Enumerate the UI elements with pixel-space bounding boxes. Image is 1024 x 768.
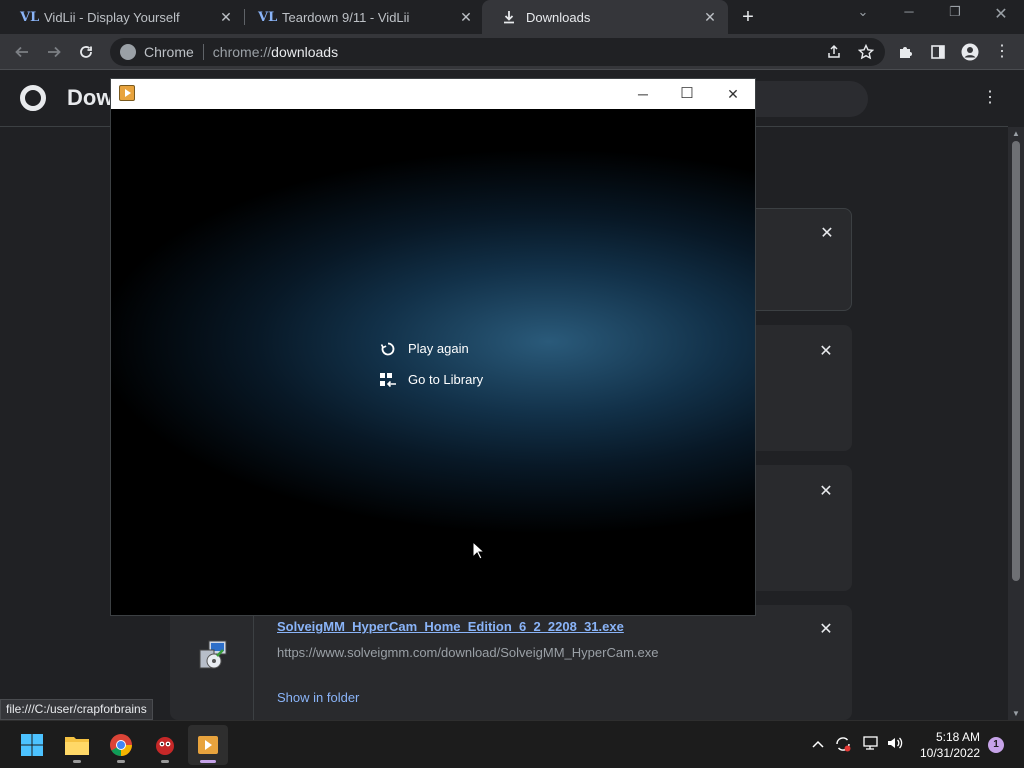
url-host: downloads — [271, 44, 339, 60]
replay-icon — [379, 340, 397, 358]
url-scheme: chrome:// — [212, 44, 272, 60]
windows-taskbar: 5:18 AM 10/31/2022 1 — [0, 720, 1024, 768]
tab-search-button[interactable]: ⌄ — [840, 4, 886, 28]
page-scrollbar[interactable]: ▲ ▼ — [1008, 127, 1024, 720]
download-icon — [502, 9, 518, 25]
bookmark-star-icon[interactable] — [854, 40, 878, 64]
address-bar[interactable]: Chrome chrome://downloads — [110, 38, 885, 66]
window-close-button[interactable]: ✕ — [978, 4, 1024, 28]
scrollbar-thumb[interactable] — [1012, 141, 1020, 581]
remove-download-button[interactable]: ✕ — [819, 223, 835, 243]
remove-download-button[interactable]: ✕ — [818, 341, 834, 361]
running-indicator — [161, 760, 169, 763]
go-to-library-button[interactable]: Go to Library — [379, 364, 483, 395]
tab-close-button[interactable]: ✕ — [216, 9, 236, 26]
library-icon — [379, 371, 397, 389]
clock-date: 10/31/2022 — [920, 746, 981, 760]
link-status-bubble: file:///C:/user/crapforbrains — [0, 699, 153, 720]
extensions-puzzle-icon[interactable] — [894, 40, 918, 64]
download-source-url: https://www.solveigmm.com/download/Solve… — [277, 645, 659, 660]
popup-minimize-button[interactable]: ─ — [628, 83, 658, 105]
media-player-app-icon — [119, 85, 135, 101]
remove-download-button[interactable]: ✕ — [818, 619, 834, 639]
network-icon[interactable] — [860, 735, 880, 754]
mouse-cursor-icon — [472, 540, 486, 565]
sync-icon[interactable] — [833, 735, 853, 756]
new-tab-button[interactable]: + — [738, 6, 758, 29]
file-explorer-icon[interactable] — [57, 725, 97, 765]
reload-button[interactable] — [74, 40, 98, 64]
running-indicator — [117, 760, 125, 763]
tab-downloads[interactable]: Downloads ✕ — [482, 0, 728, 34]
chrome-logo-icon — [20, 85, 46, 111]
active-indicator — [200, 760, 216, 763]
downloads-more-actions-icon[interactable]: ⋮ — [982, 87, 998, 107]
page-title: Dow — [67, 85, 114, 110]
forward-button[interactable] — [42, 40, 66, 64]
end-screen-menu: Play again Go to Library — [379, 333, 483, 395]
tab-strip: VL VidLii - Display Yourself ✕ VL Teardo… — [0, 0, 1024, 34]
tab-close-button[interactable]: ✕ — [700, 9, 720, 26]
share-icon[interactable] — [822, 40, 846, 64]
vidlii-logo-icon: VL — [258, 9, 278, 25]
app-icon[interactable] — [145, 725, 185, 765]
popup-titlebar[interactable]: ─ ☐ ✕ — [111, 79, 755, 109]
show-in-folder-link[interactable]: Show in folder — [277, 690, 359, 705]
play-again-label: Play again — [408, 341, 469, 356]
window-restore-button[interactable]: ❐ — [932, 4, 978, 28]
side-panel-icon[interactable] — [926, 40, 950, 64]
play-again-button[interactable]: Play again — [379, 333, 483, 364]
download-file-name-link[interactable]: SolveigMM_HyperCam_Home_Edition_6_2_2208… — [277, 619, 624, 634]
installer-icon — [197, 639, 229, 671]
browser-toolbar: Chrome chrome://downloads ⋮ — [0, 34, 1024, 70]
scroll-up-arrow-icon[interactable]: ▲ — [1008, 129, 1024, 138]
volume-icon[interactable] — [885, 735, 905, 754]
running-indicator — [73, 760, 81, 763]
tab-title: VidLii - Display Yourself — [44, 9, 180, 25]
remove-download-button[interactable]: ✕ — [818, 481, 834, 501]
popup-maximize-button[interactable]: ☐ — [672, 83, 702, 105]
popup-close-button[interactable]: ✕ — [718, 83, 748, 105]
video-end-screen: Play again Go to Library — [111, 109, 755, 615]
tab-vidlii-teardown[interactable]: VL Teardown 9/11 - VidLii ✕ — [238, 0, 484, 34]
tab-vidlii-home[interactable]: VL VidLii - Display Yourself ✕ — [0, 0, 244, 34]
go-to-library-label: Go to Library — [408, 372, 484, 387]
tab-title: Downloads — [526, 9, 591, 25]
windows-start-icon[interactable] — [12, 725, 52, 765]
chrome-logo-icon — [120, 44, 136, 60]
clock-time: 5:18 AM — [935, 730, 980, 744]
chrome-menu-icon[interactable]: ⋮ — [990, 40, 1014, 64]
chrome-icon[interactable] — [101, 725, 141, 765]
tab-close-button[interactable]: ✕ — [456, 9, 476, 26]
notification-badge[interactable]: 1 — [988, 737, 1004, 753]
vidlii-logo-icon: VL — [20, 9, 40, 25]
media-player-window: ─ ☐ ✕ Play again Go to Library — [110, 78, 756, 616]
media-player-icon[interactable] — [188, 725, 228, 765]
scroll-down-arrow-icon[interactable]: ▼ — [1008, 709, 1024, 718]
back-button[interactable] — [10, 40, 34, 64]
window-minimize-button[interactable]: ─ — [886, 4, 932, 28]
system-clock[interactable]: 5:18 AM 10/31/2022 — [920, 729, 980, 761]
download-card: SolveigMM_HyperCam_Home_Edition_6_2_2208… — [170, 605, 852, 720]
omnibox-chip: Chrome — [144, 44, 204, 60]
profile-avatar-icon[interactable] — [958, 40, 982, 64]
tab-title: Teardown 9/11 - VidLii — [282, 9, 410, 25]
show-hidden-icons-chevron-icon[interactable] — [808, 735, 828, 751]
